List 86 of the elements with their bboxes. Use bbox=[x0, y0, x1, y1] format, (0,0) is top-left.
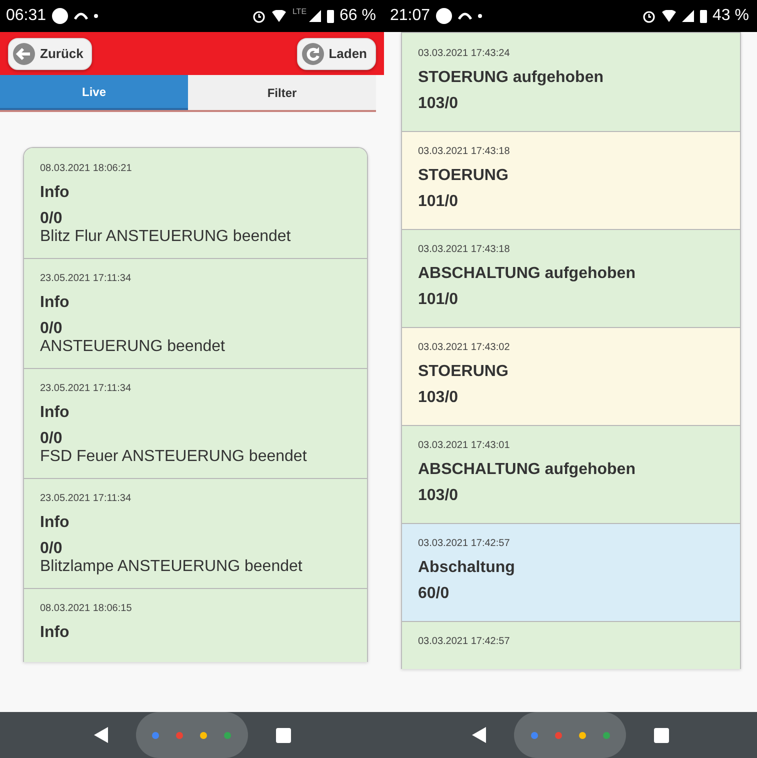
dot-icon bbox=[478, 14, 482, 18]
dot-icon bbox=[530, 732, 538, 738]
event-item[interactable]: 23.05.2021 17:11:34 Info 0/0 FSD Feuer ANSTEUERUNG beendet bbox=[24, 368, 367, 478]
event-title: STOERUNG bbox=[418, 363, 510, 381]
event-code: 101/0 bbox=[418, 193, 460, 211]
battery-level: 66 % bbox=[340, 7, 376, 25]
call-icon bbox=[458, 12, 472, 20]
dot-icon bbox=[94, 14, 98, 18]
event-timestamp: 23.05.2021 17:11:34 bbox=[40, 383, 132, 394]
wifi-icon bbox=[662, 10, 676, 22]
dot-icon bbox=[224, 732, 231, 738]
event-timestamp: 23.05.2021 17:11:34 bbox=[40, 273, 132, 284]
event-item[interactable]: 08.03.2021 18:06:21 Info 0/0 Blitz Flur ANSTEUERUNG beendet bbox=[24, 148, 367, 258]
event-timestamp: 03.03.2021 17:43:18 bbox=[418, 244, 511, 255]
event-code: 0/0 bbox=[40, 430, 64, 448]
event-item[interactable]: 23.05.2021 17:11:34 Info 0/0 Blitzlampe ANSTEUERUNG beendet bbox=[24, 478, 367, 588]
arrow-left-icon bbox=[13, 42, 35, 64]
event-item[interactable]: 23.05.2021 17:11:34 Info 0/0 ANSTEUERUNG beendet bbox=[24, 258, 367, 368]
dot-icon bbox=[152, 732, 159, 738]
event-timestamp: 03.03.2021 17:43:18 bbox=[418, 146, 511, 157]
event-code: 103/0 bbox=[418, 95, 460, 113]
event-code: 103/0 bbox=[418, 487, 460, 505]
back-icon[interactable] bbox=[472, 727, 486, 743]
battery-icon bbox=[700, 9, 707, 23]
alarm-icon bbox=[252, 9, 266, 23]
event-code: 60/0 bbox=[418, 585, 450, 603]
battery-icon bbox=[326, 9, 334, 23]
wifi-icon bbox=[272, 10, 286, 22]
tab[interactable]: Live bbox=[0, 75, 188, 110]
refresh-icon bbox=[302, 42, 324, 64]
reload-button[interactable]: Laden bbox=[296, 38, 376, 70]
dot-icon bbox=[554, 732, 562, 738]
event-item[interactable]: 03.03.2021 17:43:24 STOERUNG aufgehoben 103/0 bbox=[402, 33, 740, 131]
dot-icon bbox=[200, 732, 207, 738]
event-item[interactable]: 03.03.2021 17:43:18 STOERUNG 101/0 bbox=[402, 131, 740, 229]
event-title: Info bbox=[40, 404, 70, 422]
event-item[interactable]: 03.03.2021 17:43:01 ABSCHALTUNG aufgehoben 103/0 bbox=[402, 425, 740, 523]
event-title: ABSCHALTUNG aufgehoben bbox=[418, 461, 636, 479]
event-text: FSD Feuer ANSTEUERUNG beendet bbox=[40, 448, 308, 466]
event-timestamp: 03.03.2021 17:43:02 bbox=[418, 342, 511, 353]
event-title: Info bbox=[40, 624, 70, 642]
dot-icon bbox=[176, 732, 183, 738]
home-button[interactable] bbox=[136, 712, 248, 758]
alarm-icon bbox=[642, 9, 656, 23]
event-item[interactable]: 03.03.2021 17:42:57 Abschaltung 60/0 bbox=[402, 523, 740, 621]
event-item[interactable]: 08.03.2021 18:06:15 Info bbox=[24, 588, 367, 662]
signal-icon bbox=[682, 10, 694, 22]
event-code: 101/0 bbox=[418, 291, 460, 309]
event-code: 0/0 bbox=[40, 320, 64, 338]
event-title: ABSCHALTUNG aufgehoben bbox=[418, 265, 636, 283]
event-item[interactable]: 03.03.2021 17:43:02 STOERUNG 103/0 bbox=[402, 327, 740, 425]
back-button[interactable]: Zurück bbox=[8, 38, 92, 70]
event-timestamp: 08.03.2021 18:06:21 bbox=[40, 163, 133, 174]
event-code: 0/0 bbox=[40, 540, 64, 558]
status-time: 21:07 bbox=[390, 7, 430, 25]
event-item[interactable]: 03.03.2021 17:42:57 bbox=[402, 621, 740, 669]
event-timestamp: 08.03.2021 18:06:15 bbox=[40, 603, 133, 614]
event-item[interactable]: 03.03.2021 17:43:18 ABSCHALTUNG aufgehoben 101/0 bbox=[402, 229, 740, 327]
recents-icon[interactable] bbox=[654, 728, 669, 742]
home-button[interactable] bbox=[514, 712, 626, 758]
event-title: Info bbox=[40, 514, 70, 532]
back-icon[interactable] bbox=[94, 727, 108, 743]
event-code: 103/0 bbox=[418, 389, 460, 407]
event-code: 0/0 bbox=[40, 210, 64, 228]
event-title: Abschaltung bbox=[418, 559, 516, 577]
tab[interactable]: Filter bbox=[188, 75, 376, 110]
event-text: Blitz Flur ANSTEUERUNG beendet bbox=[40, 228, 292, 246]
status-time: 06:31 bbox=[6, 7, 46, 25]
event-title: Info bbox=[40, 294, 70, 312]
call-icon bbox=[74, 12, 88, 20]
event-timestamp: 03.03.2021 17:43:01 bbox=[418, 440, 511, 451]
recents-icon[interactable] bbox=[276, 728, 290, 742]
battery-level: 43 % bbox=[712, 7, 749, 25]
dot-icon bbox=[602, 732, 610, 738]
event-title: STOERUNG bbox=[418, 167, 510, 185]
signal-icon bbox=[308, 10, 321, 22]
dot-icon bbox=[578, 732, 586, 738]
event-title: STOERUNG aufgehoben bbox=[418, 69, 604, 87]
event-text: Blitzlampe ANSTEUERUNG beendet bbox=[40, 558, 304, 576]
event-title: Info bbox=[40, 184, 70, 202]
event-timestamp: 03.03.2021 17:42:57 bbox=[418, 538, 511, 549]
event-text: ANSTEUERUNG beendet bbox=[40, 338, 226, 356]
network-type: LTE bbox=[292, 7, 307, 16]
event-timestamp: 23.05.2021 17:11:34 bbox=[40, 493, 132, 504]
event-timestamp: 03.03.2021 17:43:24 bbox=[418, 48, 511, 59]
event-timestamp: 03.03.2021 17:42:57 bbox=[418, 636, 511, 647]
